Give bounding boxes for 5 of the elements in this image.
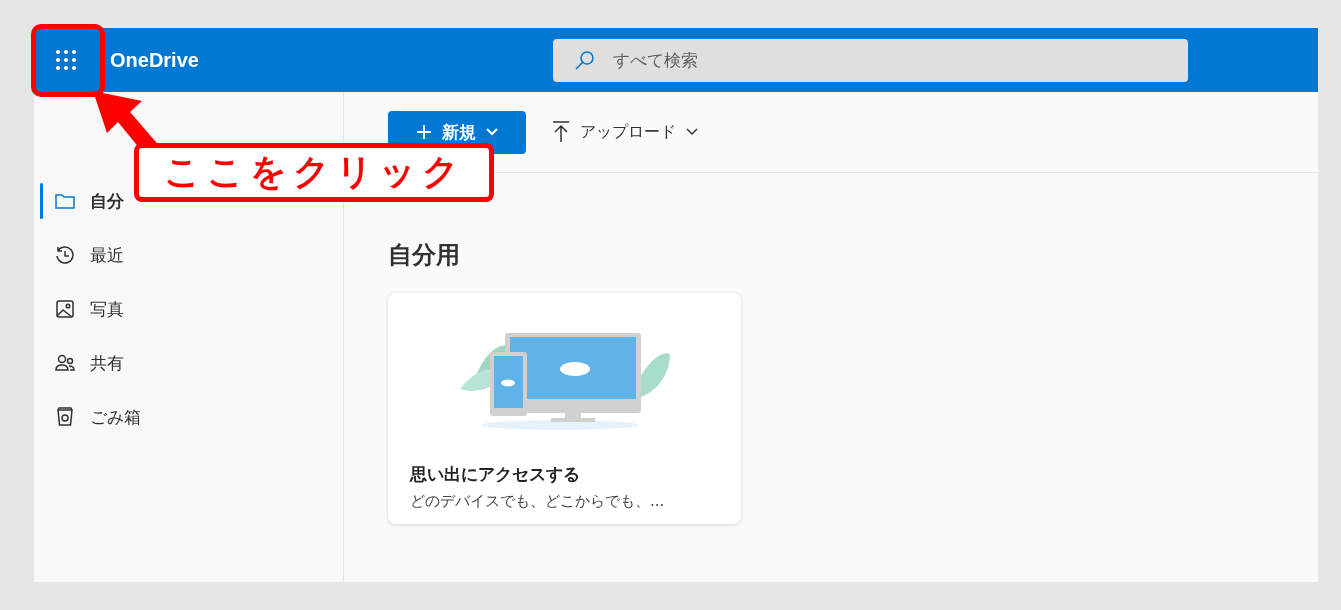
card-title: 思い出にアクセスする	[410, 463, 581, 486]
app-name: OneDrive	[110, 48, 199, 72]
click-here-tooltip: ここをクリック	[134, 143, 494, 202]
section-heading: 自分用	[388, 240, 461, 271]
card-description: どのデバイスでも、どこからでも、...	[410, 492, 666, 511]
